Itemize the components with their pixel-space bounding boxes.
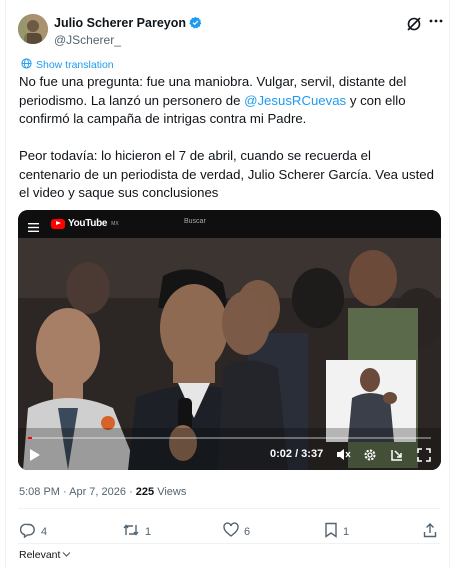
heart-icon: [223, 522, 239, 541]
repost-count: 1: [145, 525, 152, 538]
bookmark-icon: [324, 522, 338, 541]
grok-icon[interactable]: [404, 14, 424, 34]
youtube-play-logo-icon: [51, 218, 65, 229]
like-count: 6: [244, 525, 251, 538]
author-name[interactable]: Julio Scherer Pareyon: [54, 16, 202, 32]
reply-count: 4: [41, 525, 48, 538]
action-bar: 4 1 6 1: [6, 522, 451, 542]
views-label: Views: [154, 486, 187, 498]
menu-icon[interactable]: [28, 219, 39, 232]
share-icon: [423, 522, 437, 541]
translate-icon: [21, 58, 32, 72]
video-player[interactable]: YouTube MX Buscar 0:02 / 3:37: [18, 210, 441, 470]
bookmark-button[interactable]: 1: [324, 522, 349, 541]
divider: [18, 508, 440, 509]
video-time: 0:02 / 3:37: [270, 448, 324, 460]
sort-label[interactable]: Relevant: [19, 549, 60, 561]
video-frame[interactable]: [18, 238, 441, 470]
play-icon[interactable]: [29, 448, 41, 465]
chevron-down-icon: [62, 549, 71, 561]
more-options-icon[interactable]: [426, 13, 446, 33]
divider: [18, 543, 440, 544]
share-button[interactable]: [423, 522, 437, 541]
show-translation-link[interactable]: Show translation: [21, 58, 114, 72]
video-progress-bar[interactable]: [28, 437, 431, 439]
author-handle[interactable]: @JScherer_: [54, 33, 121, 47]
reply-button[interactable]: 4: [19, 522, 48, 541]
like-button[interactable]: 6: [223, 522, 250, 541]
show-translation-label[interactable]: Show translation: [36, 59, 114, 71]
youtube-header: YouTube MX Buscar: [18, 210, 441, 238]
video-progress-fill: [28, 437, 33, 439]
settings-gear-icon[interactable]: [363, 448, 377, 465]
video-scene-image: [18, 238, 441, 470]
tweet-meta: 5:08 PM · Apr 7, 2026 · 225 Views: [19, 486, 186, 498]
volume-muted-icon[interactable]: [336, 448, 351, 464]
reply-icon: [19, 522, 36, 541]
mention-link[interactable]: @JesusRCuevas: [244, 93, 346, 108]
fullscreen-icon[interactable]: [417, 448, 431, 465]
repost-button[interactable]: 1: [122, 522, 151, 541]
picture-in-picture-icon[interactable]: [390, 448, 404, 465]
youtube-region: MX: [111, 220, 119, 227]
tweet-text: No fue una pregunta: fue una maniobra. V…: [19, 73, 435, 203]
tweet-card: Julio Scherer Pareyon @JScherer_ Show tr…: [5, 0, 450, 568]
author-name-text[interactable]: Julio Scherer Pareyon: [54, 16, 186, 30]
youtube-logo-text: YouTube: [68, 218, 108, 229]
views-count: 225: [135, 486, 155, 498]
tweet-timestamp[interactable]: 5:08 PM · Apr 7, 2026 ·: [19, 486, 136, 498]
verified-badge-icon: [189, 16, 202, 32]
sort-replies-dropdown[interactable]: Relevant: [19, 549, 71, 561]
tweet-text-paragraph2: Peor todavía: lo hicieron el 7 de abril,…: [19, 148, 438, 200]
youtube-logo[interactable]: YouTube MX: [51, 218, 119, 229]
repost-icon: [122, 522, 140, 541]
avatar[interactable]: [18, 14, 48, 44]
bookmark-count: 1: [343, 525, 350, 538]
youtube-search-input[interactable]: Buscar: [184, 218, 206, 225]
